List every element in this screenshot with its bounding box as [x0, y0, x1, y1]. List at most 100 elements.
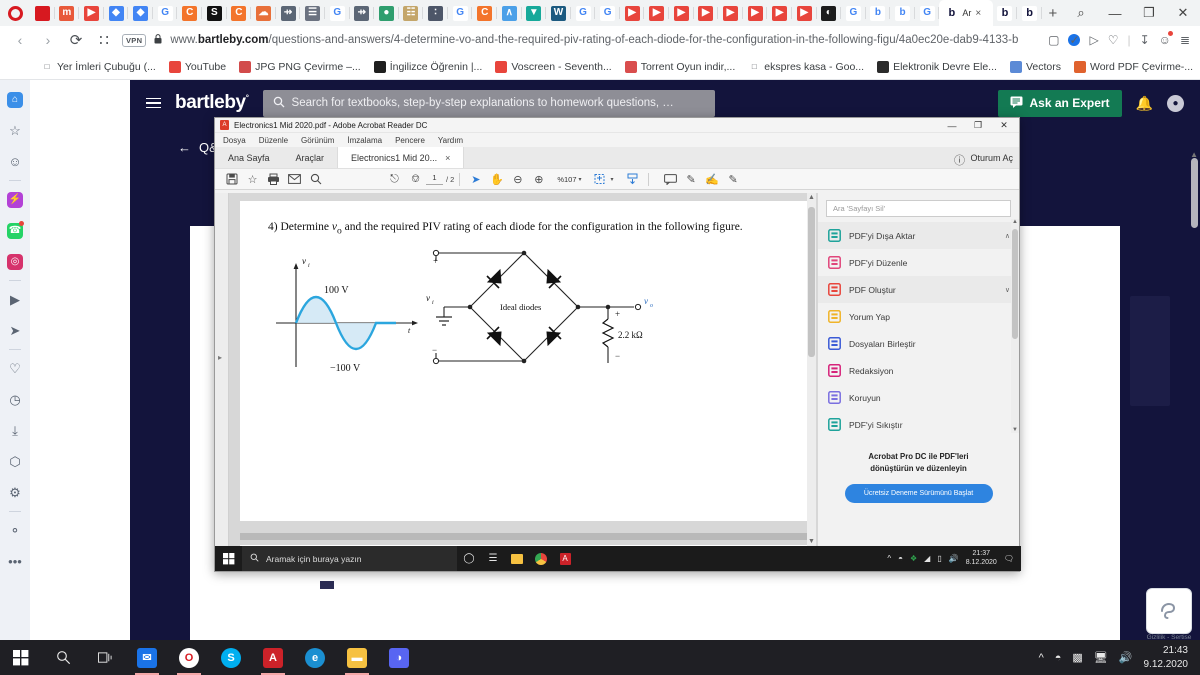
opera-menu-button[interactable] [0, 0, 30, 26]
browser-tab[interactable]: W [546, 0, 571, 26]
tools-search-input[interactable]: Ara 'Sayfayı Sil' [826, 200, 1011, 217]
zoom-out-icon[interactable]: ⊖ [507, 169, 528, 190]
onedrive-icon[interactable]: ◓ [1055, 652, 1062, 664]
cursor-icon[interactable]: ➤ [465, 169, 486, 190]
start-button[interactable] [0, 640, 42, 675]
sign-icon[interactable]: ✎ [723, 169, 744, 190]
browser-tab[interactable]: ▶ [669, 0, 694, 26]
close-button[interactable]: ✕ [1166, 0, 1200, 26]
task-view-icon[interactable] [84, 640, 126, 675]
browser-tab[interactable]: ☰ [300, 0, 325, 26]
acrobat-taskbar-icon[interactable]: A [553, 546, 577, 571]
tools-scroll-down-arrow[interactable]: ▼ [1012, 427, 1018, 433]
sidebar-item-history-clock[interactable]: ◷ [0, 384, 30, 415]
browser-tab[interactable]: ▶ [767, 0, 792, 26]
browser-tab[interactable]: G [841, 0, 866, 26]
browser-tab-active[interactable]: b Ar × [939, 0, 993, 26]
bookmark-item[interactable]: YouTube [164, 59, 231, 75]
highlight-pen-icon[interactable]: ✎ [681, 169, 702, 190]
url-text[interactable]: www.bartleby.com/questions-and-answers/4… [170, 34, 1040, 46]
forward-button[interactable]: › [38, 32, 58, 48]
browser-tab[interactable]: ⇸ [276, 0, 301, 26]
display-icon[interactable]: 🖥 [1094, 651, 1108, 664]
inner-start-button[interactable] [215, 546, 242, 571]
browser-tab[interactable]: ∧ [497, 0, 522, 26]
sidebar-item-gear[interactable]: ⚙ [0, 477, 30, 508]
acrobat-menu-dosya[interactable]: Dosya [223, 136, 246, 145]
acrobat-menu-i̇mzalama[interactable]: İmzalama [347, 136, 382, 145]
vpn-badge[interactable]: VPN [122, 33, 147, 47]
sidebar-item-heart[interactable]: ♡ [0, 353, 30, 384]
taskbar-edge[interactable]: e [294, 640, 336, 675]
expand-panel-icon[interactable]: ▸ [218, 353, 222, 362]
chevron-icon[interactable]: ∧ [1005, 232, 1010, 240]
acrobat-menu-pencere[interactable]: Pencere [395, 136, 425, 145]
clock[interactable]: 21:43 9.12.2020 [1144, 644, 1189, 671]
acrobat-menu-görünüm[interactable]: Görünüm [301, 136, 334, 145]
onedrive-icon[interactable]: ◓ [898, 554, 903, 563]
browser-tab[interactable]: ▶ [718, 0, 743, 26]
bookmark-item[interactable]: Torrent Oyun indir,... [620, 59, 741, 75]
search-input[interactable]: Search for textbooks, step-by-step expla… [262, 89, 715, 117]
arrow-up-circle-icon[interactable]: ⎋ [384, 169, 405, 190]
browser-tab[interactable]: C [227, 0, 252, 26]
send-icon[interactable]: ▷ [1089, 33, 1098, 47]
minimize-button[interactable]: — [1098, 0, 1132, 26]
star-icon[interactable]: ☆ [242, 169, 263, 190]
battery-icon[interactable]: ▯ [937, 554, 941, 563]
help-circle-icon[interactable]: ⓘ [954, 152, 965, 168]
browser-tab[interactable]: C [472, 0, 497, 26]
zoom-level-value[interactable]: %107 [557, 175, 576, 184]
bell-icon[interactable]: 🔔 [1136, 95, 1153, 112]
document-scrollbar-thumb[interactable] [808, 207, 815, 357]
inner-search-box[interactable]: Aramak için buraya yazın [242, 546, 457, 571]
bookmark-item[interactable]: Voscreen - Seventh... [490, 59, 616, 75]
browser-tab[interactable]: ∶ [423, 0, 448, 26]
profile-icon[interactable]: ☺ [1159, 31, 1174, 47]
browser-tab[interactable]: ▶ [620, 0, 645, 26]
speed-dial-button[interactable]: ∷ [94, 31, 114, 49]
browser-tab[interactable] [30, 0, 55, 26]
new-tab-button[interactable]: + [1042, 5, 1064, 22]
bookmark-item[interactable]: JPG PNG Çevirme –... [234, 59, 366, 75]
scroll-mode-icon[interactable] [622, 169, 643, 190]
chevron-icon[interactable]: ∨ [1005, 286, 1010, 294]
browser-tab[interactable]: ▶ [79, 0, 104, 26]
hand-icon[interactable]: ✋ [486, 169, 507, 190]
bookmark-item[interactable]: □ Yer İmleri Çubuğu (... [36, 59, 161, 75]
taskbar-mail[interactable]: ✉ [126, 640, 168, 675]
browser-tab[interactable]: G [153, 0, 178, 26]
browser-tab[interactable]: ▼ [522, 0, 547, 26]
browser-tab[interactable]: ⇸ [350, 0, 375, 26]
arrow-down-circle-icon[interactable]: ⎊ [405, 169, 426, 190]
tools-scroll-up-arrow[interactable]: ▲ [1012, 219, 1018, 225]
chrome-icon[interactable] [529, 546, 553, 571]
volume-icon[interactable]: 🔊 [949, 554, 959, 563]
bookmark-item[interactable]: Vectors [1005, 59, 1066, 75]
camera-icon[interactable]: ▩ [1072, 651, 1082, 664]
acrobat-tab-close-icon[interactable]: × [445, 153, 450, 163]
sidebar-item-emoji[interactable]: ☺ [0, 146, 30, 177]
scrollbar-thumb[interactable] [1191, 158, 1198, 228]
browser-tab[interactable]: G [448, 0, 473, 26]
acrobat-tab-tools[interactable]: Araçlar [283, 147, 338, 168]
tools-scrollbar-thumb[interactable] [1012, 229, 1018, 339]
browser-tab[interactable]: ▶ [743, 0, 768, 26]
taskbar-opera[interactable]: O [168, 640, 210, 675]
acrobat-menu-düzenle[interactable]: Düzenle [259, 136, 288, 145]
chevron-up-icon[interactable]: ^ [1039, 652, 1044, 664]
security-icon[interactable]: ❖ [910, 554, 917, 563]
browser-tab[interactable]: ☁ [251, 0, 276, 26]
bookmark-item[interactable]: Elektronik Devre Ele... [872, 59, 1002, 75]
doc-scroll-up-arrow[interactable]: ▲ [808, 194, 815, 201]
tab-search-button[interactable]: ⌕ [1064, 0, 1098, 26]
save-icon[interactable] [221, 169, 242, 190]
task-view-icon[interactable]: ☰ [481, 546, 505, 571]
sidebar-item-send[interactable]: ➤ [0, 315, 30, 346]
tool-shield[interactable]: Koruyun [818, 384, 1019, 411]
zoom-caret-icon[interactable]: ▾ [579, 176, 582, 183]
browser-tab[interactable]: ● [374, 0, 399, 26]
bookmark-item[interactable]: İngilizce Öğrenin |... [369, 59, 488, 75]
browser-tab[interactable]: ▶ [644, 0, 670, 26]
sidebar-item-instagram[interactable]: ◎ [0, 246, 30, 277]
